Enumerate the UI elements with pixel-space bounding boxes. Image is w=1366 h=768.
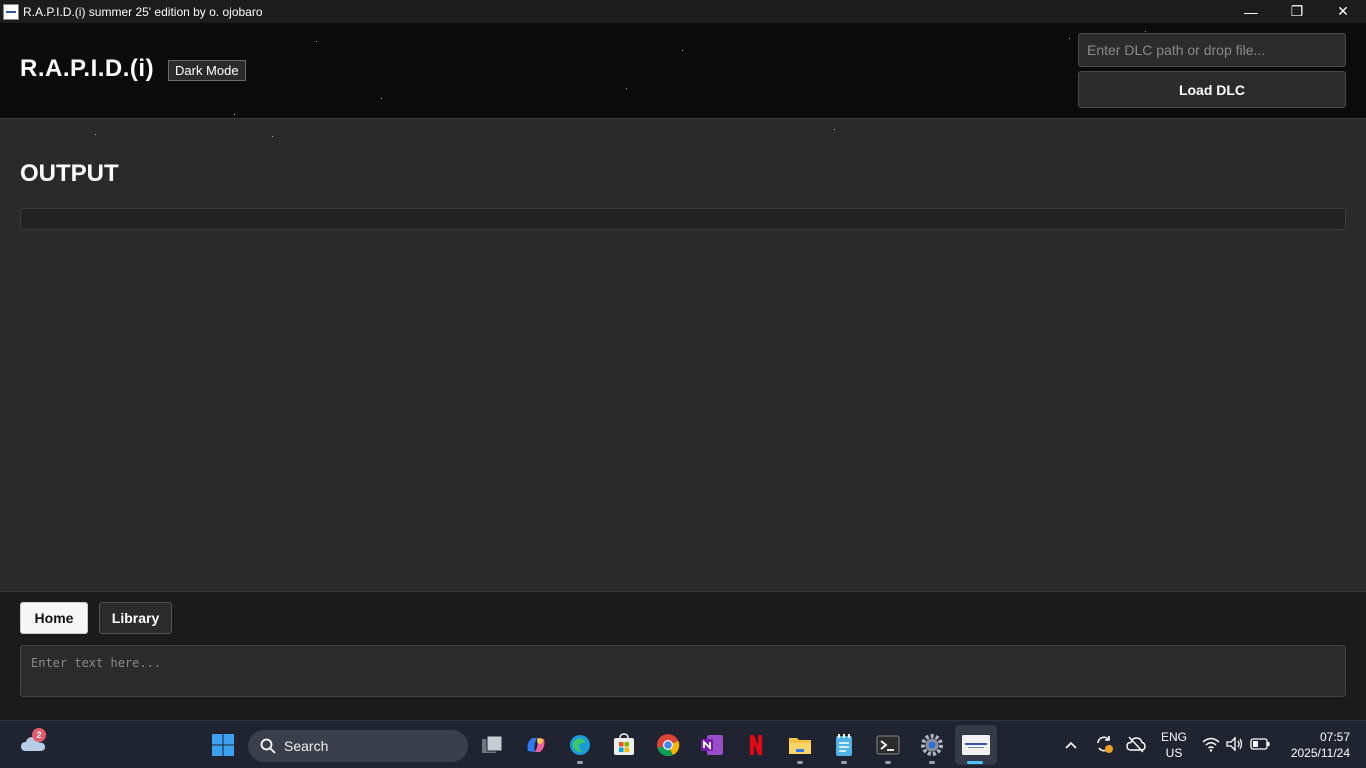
windows-start-icon[interactable] (211, 733, 235, 757)
window-title-bar: R.A.P.I.D.(i) summer 25' edition by o. o… (0, 0, 1366, 23)
tab-home[interactable]: Home (20, 602, 88, 634)
region-indicator[interactable]: US (1158, 746, 1190, 760)
output-panel: OUTPUT (0, 120, 1366, 591)
active-indicator (967, 761, 983, 764)
close-button[interactable]: ✕ (1320, 0, 1366, 23)
chrome-icon[interactable] (656, 733, 680, 757)
star-decoration (834, 129, 835, 130)
clock-time[interactable]: 07:57 (1284, 730, 1350, 744)
search-icon (260, 738, 276, 754)
netflix-icon[interactable] (744, 733, 768, 757)
tab-library[interactable]: Library (99, 602, 172, 634)
window-title: R.A.P.I.D.(i) summer 25' edition by o. o… (23, 4, 263, 19)
star-decoration (272, 136, 273, 137)
app-icon (3, 3, 19, 20)
star-decoration (234, 114, 235, 115)
load-dlc-button[interactable]: Load DLC (1078, 71, 1346, 108)
minimize-button[interactable]: — (1228, 0, 1274, 23)
file-explorer-icon[interactable] (788, 733, 812, 757)
running-indicator (885, 761, 891, 764)
app-brand-title: R.A.P.I.D.(i) (20, 55, 155, 82)
rapid-app-icon[interactable] (962, 733, 990, 757)
output-box (20, 208, 1346, 230)
language-indicator[interactable]: ENG (1158, 730, 1190, 744)
notepad-icon[interactable] (832, 733, 856, 757)
text-input[interactable] (20, 645, 1346, 697)
star-decoration (1145, 31, 1146, 32)
sync-icon[interactable] (1094, 734, 1114, 754)
running-indicator (797, 761, 803, 764)
output-title: OUTPUT (20, 160, 119, 187)
battery-icon[interactable] (1250, 737, 1270, 751)
settings-icon[interactable] (920, 733, 944, 757)
running-indicator (577, 761, 583, 764)
task-view-icon[interactable] (480, 733, 504, 757)
copilot-icon[interactable] (524, 733, 548, 757)
star-decoration (381, 98, 382, 99)
restore-button[interactable]: ❐ (1274, 0, 1320, 23)
dlc-path-input[interactable] (1078, 33, 1346, 67)
star-decoration (95, 134, 96, 135)
star-decoration (316, 41, 317, 42)
clock-date[interactable]: 2025/11/24 (1280, 746, 1350, 760)
taskbar: 2 Search ENG US 07:57 2025/11/24 (0, 720, 1366, 768)
running-indicator (841, 761, 847, 764)
terminal-icon[interactable] (876, 733, 900, 757)
dark-mode-button[interactable]: Dark Mode (168, 60, 246, 81)
edge-icon[interactable] (568, 733, 592, 757)
running-indicator (929, 761, 935, 764)
bottom-bar: Home Library (0, 591, 1366, 720)
taskbar-search[interactable]: Search (248, 730, 468, 762)
star-decoration (682, 50, 683, 51)
cloud-offline-icon[interactable] (1126, 735, 1146, 753)
weather-badge: 2 (32, 728, 46, 742)
star-decoration (626, 88, 627, 89)
search-label: Search (284, 738, 329, 754)
store-icon[interactable] (612, 733, 636, 757)
wifi-icon[interactable] (1202, 736, 1220, 752)
star-decoration (1069, 38, 1070, 39)
onenote-icon[interactable] (700, 733, 724, 757)
volume-icon[interactable] (1226, 736, 1244, 752)
app-header: R.A.P.I.D.(i) Dark Mode Load DLC (0, 23, 1366, 119)
chevron-up-icon[interactable] (1064, 738, 1078, 752)
